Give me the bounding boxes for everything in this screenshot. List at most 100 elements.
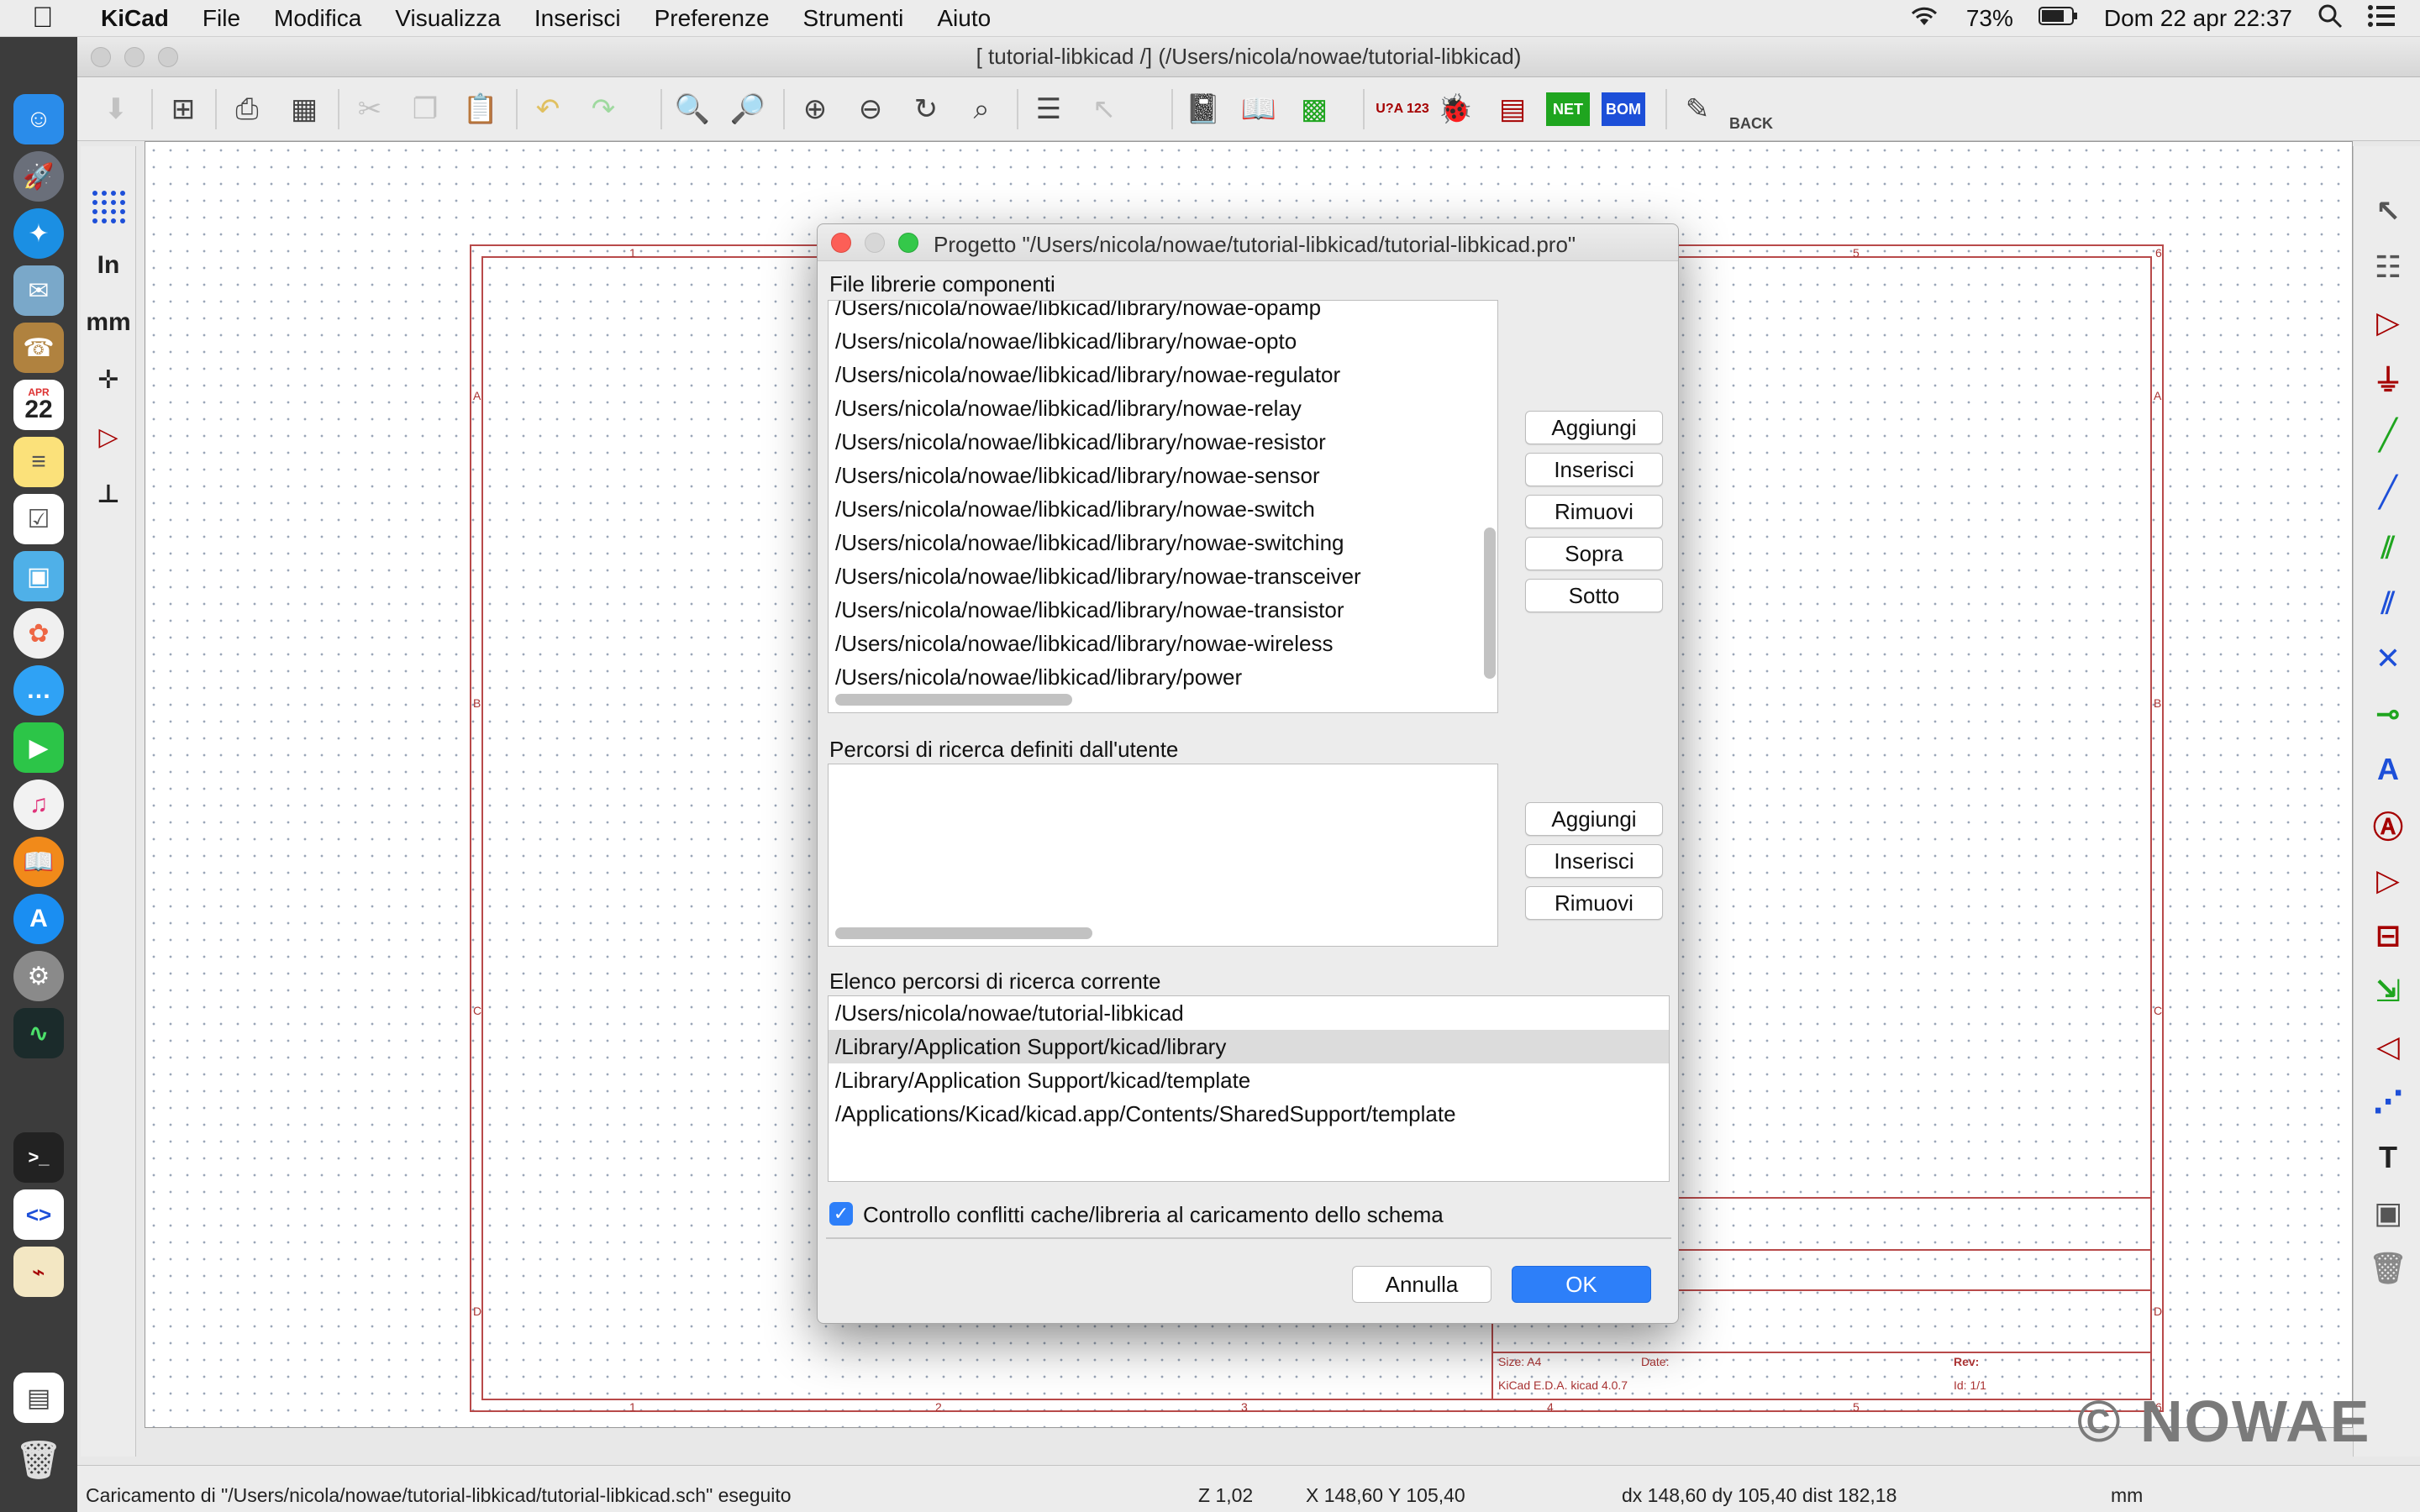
- list-item[interactable]: /Applications/Kicad/kicad.app/Contents/S…: [829, 1097, 1669, 1131]
- cancel-button[interactable]: Annulla: [1352, 1266, 1491, 1303]
- menu-app-name[interactable]: KiCad: [101, 5, 169, 32]
- plot-icon[interactable]: ▦: [282, 86, 326, 133]
- hidden-pins-icon[interactable]: ▷: [86, 413, 131, 460]
- menubar-clock[interactable]: Dom 22 apr 22:37: [2104, 5, 2292, 32]
- apple-icon[interactable]: : [32, 2, 66, 34]
- dialog-title-bar[interactable]: Progetto "/Users/nicola/nowae/tutorial-l…: [818, 224, 1678, 261]
- photos-icon[interactable]: ✿: [13, 608, 64, 659]
- list-item[interactable]: /Users/nicola/nowae/libkicad/library/now…: [829, 301, 1497, 324]
- menu-inserisci[interactable]: Inserisci: [534, 5, 621, 32]
- messages-icon[interactable]: …: [13, 665, 64, 716]
- finder-icon[interactable]: ☺: [13, 94, 64, 144]
- list-item[interactable]: /Users/nicola/nowae/libkicad/library/now…: [829, 358, 1497, 391]
- image-icon[interactable]: ▣: [2365, 1189, 2411, 1236]
- current-search-paths-list[interactable]: /Users/nicola/nowae/tutorial-libkicad /L…: [828, 995, 1670, 1182]
- cursor-shape-icon[interactable]: ✛: [86, 356, 131, 403]
- libs-add-button[interactable]: Aggiungi: [1525, 411, 1663, 444]
- libs-horizontal-scrollbar[interactable]: [835, 694, 1072, 706]
- window-title-bar[interactable]: [ tutorial-libkicad /] (/Users/nicola/no…: [77, 37, 2420, 77]
- footprint-editor-icon[interactable]: ▩: [1292, 86, 1336, 133]
- list-item-selected[interactable]: /Library/Application Support/kicad/libra…: [829, 1030, 1669, 1063]
- highlight-net-icon[interactable]: ☷: [2365, 244, 2411, 291]
- battery-icon[interactable]: [2038, 5, 2079, 32]
- list-item[interactable]: /Users/nicola/nowae/libkicad/library/now…: [829, 627, 1497, 660]
- undo-icon[interactable]: ↶: [526, 86, 570, 133]
- preview-icon[interactable]: ▣: [13, 551, 64, 601]
- list-item[interactable]: /Users/nicola/nowae/libkicad/library/now…: [829, 559, 1497, 593]
- user-paths-remove-button[interactable]: Rimuovi: [1525, 886, 1663, 920]
- place-power-icon[interactable]: ⏚: [2365, 354, 2411, 402]
- dialog-zoom-button[interactable]: [898, 233, 918, 253]
- hierarchical-sheet-icon[interactable]: ⊟: [2365, 912, 2411, 959]
- safari-icon[interactable]: ✦: [13, 208, 64, 259]
- redraw-icon[interactable]: ↻: [904, 86, 948, 133]
- back-annotate-icon[interactable]: BACK: [1729, 86, 1773, 133]
- no-connect-icon[interactable]: ✕: [2365, 635, 2411, 682]
- list-item[interactable]: /Users/nicola/nowae/tutorial-libkicad: [829, 996, 1669, 1030]
- bus-bus-entry-icon[interactable]: ⫽: [2365, 580, 2411, 627]
- edit-fields-icon[interactable]: ✎: [1676, 86, 1719, 133]
- facetime-icon[interactable]: ▶: [13, 722, 64, 773]
- zoom-in-icon[interactable]: ⊕: [793, 86, 837, 133]
- save-icon[interactable]: ⬇: [94, 86, 138, 133]
- itunes-icon[interactable]: ♫: [13, 780, 64, 830]
- erc-bug-icon[interactable]: 🐞: [1434, 86, 1477, 133]
- system-preferences-icon[interactable]: ⚙: [13, 951, 64, 1001]
- select-arrow-icon[interactable]: ↖: [2365, 188, 2411, 235]
- list-item[interactable]: /Users/nicola/nowae/libkicad/library/now…: [829, 391, 1497, 425]
- cvpcb-icon[interactable]: ▤: [1491, 86, 1534, 133]
- calendar-icon[interactable]: APR 22: [13, 380, 64, 430]
- net-label-icon[interactable]: A: [2365, 746, 2411, 793]
- bom-icon[interactable]: BOM: [1602, 92, 1645, 126]
- list-item[interactable]: /Users/nicola/nowae/libkicad/library/now…: [829, 526, 1497, 559]
- find-icon[interactable]: 🔍: [671, 86, 714, 133]
- list-item[interactable]: /Users/nicola/nowae/libkicad/library/now…: [829, 459, 1497, 492]
- user-paths-add-button[interactable]: Aggiungi: [1525, 802, 1663, 836]
- graphic-line-icon[interactable]: ⋰: [2365, 1079, 2411, 1126]
- units-mm-toggle[interactable]: mm: [86, 299, 131, 346]
- list-item[interactable]: /Users/nicola/nowae/libkicad/library/now…: [829, 425, 1497, 459]
- ok-button[interactable]: OK: [1512, 1266, 1651, 1303]
- component-libraries-list[interactable]: /Users/nicola/nowae/libkicad/library/now…: [828, 300, 1498, 713]
- find-replace-icon[interactable]: 🔎: [726, 86, 770, 133]
- trash-icon[interactable]: 🗑: [13, 1435, 64, 1485]
- menu-aiuto[interactable]: Aiuto: [937, 5, 991, 32]
- place-component-icon[interactable]: ▷: [2365, 299, 2411, 346]
- print-icon[interactable]: ⎙: [225, 86, 269, 133]
- mail-icon[interactable]: ✉: [13, 265, 64, 316]
- sheet-pin-icon[interactable]: ◁: [2365, 1023, 2411, 1070]
- cache-conflict-checkbox[interactable]: ✓: [829, 1202, 853, 1226]
- menu-modifica[interactable]: Modifica: [274, 5, 361, 32]
- hierarchy-navigator-icon[interactable]: ☰: [1027, 86, 1071, 133]
- app-store-icon[interactable]: A: [13, 894, 64, 944]
- libs-vertical-scrollbar[interactable]: [1484, 528, 1496, 679]
- page-settings-icon[interactable]: ⊞: [161, 86, 205, 133]
- user-paths-horizontal-scrollbar[interactable]: [835, 927, 1092, 939]
- hierarchical-label-icon[interactable]: ▷: [2365, 857, 2411, 904]
- reminders-icon[interactable]: ☑: [13, 494, 64, 544]
- wire-bus-entry-icon[interactable]: ⫽: [2365, 524, 2411, 571]
- launchpad-icon[interactable]: 🚀: [13, 151, 64, 202]
- cache-conflict-checkbox-label[interactable]: Controllo conflitti cache/libreria al ca…: [863, 1202, 1444, 1228]
- leave-sheet-icon[interactable]: ↖: [1082, 86, 1126, 133]
- libs-insert-button[interactable]: Inserisci: [1525, 453, 1663, 486]
- zoom-fit-icon[interactable]: ⌕: [960, 86, 1003, 133]
- code-editor-icon[interactable]: <>: [13, 1189, 64, 1240]
- libs-up-button[interactable]: Sopra: [1525, 537, 1663, 570]
- copy-icon[interactable]: ❐: [403, 86, 447, 133]
- list-item[interactable]: /Users/nicola/nowae/libkicad/library/now…: [829, 324, 1497, 358]
- contacts-icon[interactable]: ☎: [13, 323, 64, 373]
- place-wire-icon[interactable]: ╱: [2365, 412, 2411, 459]
- cut-icon[interactable]: ✂: [348, 86, 392, 133]
- place-bus-icon[interactable]: ╱: [2365, 469, 2411, 516]
- ibooks-icon[interactable]: 📖: [13, 837, 64, 887]
- annotate-icon[interactable]: U?A 123: [1373, 86, 1432, 133]
- redo-icon[interactable]: ↷: [581, 86, 625, 133]
- kicad-dock-icon[interactable]: ⌁: [13, 1247, 64, 1297]
- menu-file[interactable]: File: [203, 5, 240, 32]
- wifi-icon[interactable]: [1907, 3, 1941, 34]
- menu-visualizza[interactable]: Visualizza: [395, 5, 501, 32]
- libs-remove-button[interactable]: Rimuovi: [1525, 495, 1663, 528]
- downloads-stack-icon[interactable]: ▤: [13, 1373, 64, 1423]
- libs-down-button[interactable]: Sotto: [1525, 579, 1663, 612]
